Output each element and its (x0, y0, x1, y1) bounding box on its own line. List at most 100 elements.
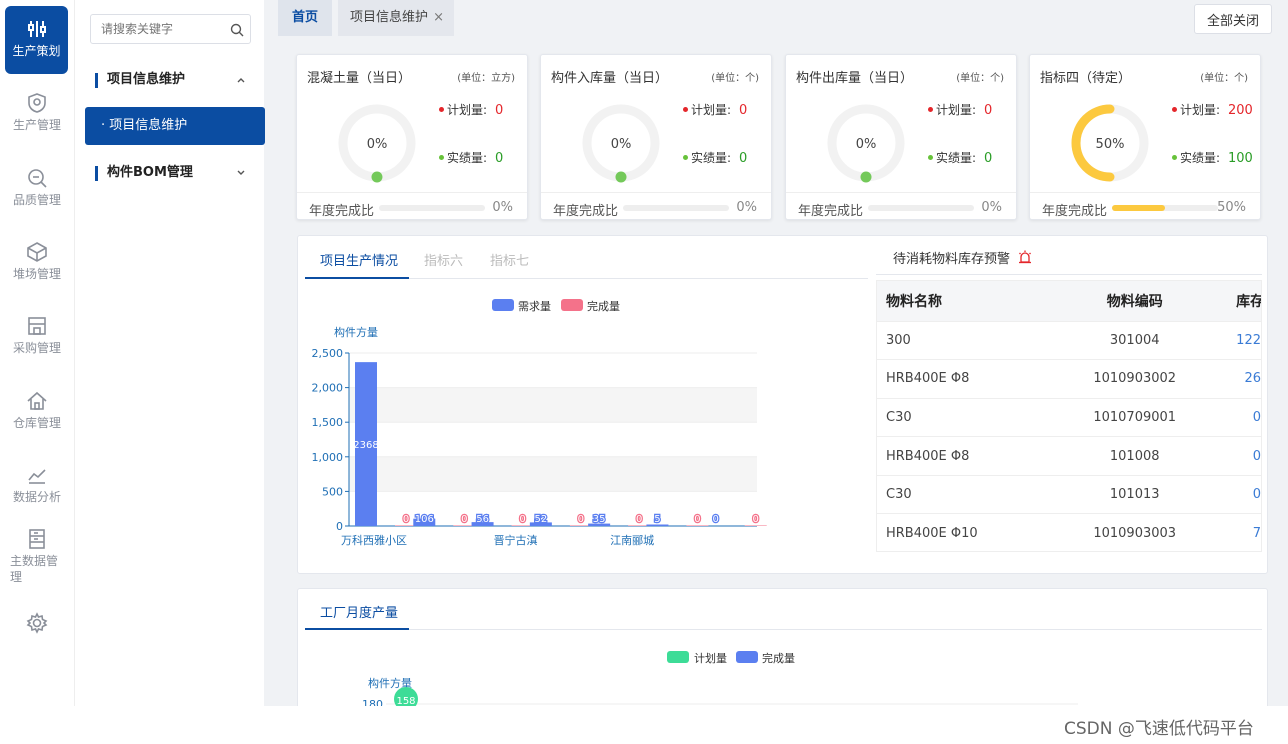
tab-project-info[interactable]: 项目信息维护 × (338, 0, 454, 36)
table-row[interactable]: 300 301004 122 (877, 320, 1261, 360)
menu-item-project-info[interactable]: · 项目信息维护 (85, 107, 265, 145)
nav-label: 生产管理 (12, 118, 61, 132)
alarm-icon (1019, 250, 1032, 264)
card-unit: (单位：个) (711, 73, 759, 84)
nav-label: 数据分析 (12, 490, 61, 504)
server-icon (29, 529, 45, 549)
actual-label-text: 实绩量: (1180, 151, 1221, 165)
plan-label: 计划量: (439, 101, 489, 120)
close-icon[interactable]: × (433, 0, 444, 36)
stock-table: 物料名称 物料编码 库存 300 301004 122 HRB400E Φ8 10109… (876, 280, 1262, 552)
cell-material-name: 300 (877, 320, 1043, 360)
active-tab-indicator (305, 628, 409, 630)
bar-done[interactable] (686, 525, 709, 527)
bar-value-label: 0 (636, 514, 642, 525)
nav-item-production-planning[interactable]: 生产策划 (5, 6, 68, 74)
plan-label-text: 计划量: (447, 103, 488, 117)
gauge-percent: 0% (611, 137, 632, 152)
legend-swatch-demand[interactable] (492, 299, 514, 311)
year-completion: 年度完成比 50% (1030, 192, 1260, 220)
tab-home[interactable]: 首页 (278, 0, 332, 36)
house-icon (27, 391, 47, 410)
card-unit: (单位：个) (956, 73, 1004, 84)
plan-value: 200 (1228, 103, 1253, 118)
completion-gauge: 0% (338, 104, 416, 183)
nav-item-quality-management[interactable]: 品质管理 (0, 167, 74, 237)
menu-group-project-info[interactable]: 项目信息维护 (85, 62, 260, 98)
close-all-button[interactable]: 全部关闭 (1194, 4, 1272, 34)
x-tick-label: 晋宁古滇 (494, 533, 538, 547)
tab-factory-monthly-output[interactable]: 工厂月度产量 (320, 602, 398, 621)
nav-item-warehouse-management[interactable]: 仓库管理 (0, 390, 74, 460)
x-tick-label: 江南郦城 (610, 534, 654, 547)
nav-item-data-analysis[interactable]: 数据分析 (0, 464, 74, 534)
y-tick-label: 2,500 (312, 347, 344, 360)
gauge-marker (860, 171, 872, 183)
nav-item-settings[interactable] (0, 612, 74, 638)
table-row[interactable]: C30 1010709001 0 (877, 397, 1261, 437)
bar-value-label: 0 (578, 514, 584, 525)
menu-group-label: 构件BOM管理 (107, 165, 193, 180)
nav-item-master-data[interactable]: 主数据管理 (0, 528, 74, 592)
cell-material-code: 101013 (1042, 474, 1228, 514)
cell-stock: 0 (1227, 474, 1261, 514)
trend-icon (28, 469, 46, 484)
active-tab-indicator (305, 277, 409, 279)
gauge-percent: 50% (1096, 137, 1125, 152)
search-input[interactable] (91, 15, 221, 43)
card-title: 构件出库量（当日） (796, 71, 914, 86)
legend-swatch-done[interactable] (561, 299, 583, 311)
column-header-material-code: 物料编码 (1042, 281, 1228, 321)
card-title: 指标四（待定） (1040, 71, 1132, 86)
year-completion-percent: 50% (1217, 200, 1246, 215)
production-panel: 项目生产情况 指标六 指标七 需求量 完成量 构件方量 0 500 1,000 1,500 2… (297, 235, 1268, 574)
completion-gauge: 0% (582, 104, 660, 183)
tab-label: 项目信息维护 (350, 10, 429, 25)
y-tick-label: 500 (322, 485, 343, 498)
table-row[interactable]: HRB400E Φ8 101008 0 (877, 436, 1261, 476)
bar-done[interactable] (744, 525, 767, 527)
production-bar-chart: 需求量 完成量构件方量05001,0001,5002,0002,50023680 1… (312, 299, 767, 547)
nav-item-yard-management[interactable]: 堆场管理 (0, 241, 74, 311)
tab-indicator-seven[interactable]: 指标七 (490, 250, 529, 269)
bar-value-label: 106 (415, 514, 434, 525)
cell-material-code: 1010903003 (1042, 513, 1228, 551)
actual-label-text: 实绩量: (447, 151, 488, 165)
legend-swatch-done[interactable] (736, 651, 758, 663)
bar-value-label: 0 (753, 514, 759, 525)
table-row[interactable]: HRB400E Φ8 1010903002 26 (877, 359, 1261, 399)
table-header-row: 物料名称 物料编码 库存 (877, 281, 1261, 321)
table-row[interactable]: HRB400E Φ10 1010903003 7 (877, 513, 1261, 551)
actual-label: 实绩量: (1172, 149, 1222, 168)
sub-menu: 项目信息维护 · 项目信息维护 构件BOM管理 (74, 0, 265, 744)
year-completion-percent: 0% (736, 200, 757, 215)
plan-label-text: 计划量: (1180, 103, 1221, 117)
kpi-card: 混凝土量（当日） (单位：立方) 0% 计划量: 0 实绩量: 0 年度完成比 0% (296, 54, 528, 220)
menu-group-label: 项目信息维护 (107, 72, 186, 87)
chevron-up-icon (237, 78, 245, 83)
cell-stock: 26 (1227, 359, 1261, 399)
year-progress-bar (379, 205, 485, 211)
year-completion: 年度完成比 0% (541, 192, 771, 220)
warning-label: 待消耗物料库存预警 (893, 252, 1011, 267)
table-row[interactable]: C30 101013 0 (877, 474, 1261, 514)
grid-band (349, 456, 757, 492)
search-icon[interactable] (230, 23, 244, 37)
menu-group-bom[interactable]: 构件BOM管理 (85, 155, 260, 191)
nav-item-production-management[interactable]: 生产管理 (0, 92, 74, 162)
legend-swatch-plan[interactable] (667, 651, 689, 663)
cell-stock: 0 (1227, 397, 1261, 437)
plan-label-text: 计划量: (691, 103, 732, 117)
nav-item-purchase-management[interactable]: 采购管理 (0, 315, 74, 385)
cell-material-code: 1010903002 (1042, 359, 1228, 399)
tab-project-production[interactable]: 项目生产情况 (320, 250, 398, 269)
sliders-icon (27, 21, 46, 37)
cell-material-name: HRB400E Φ10 (877, 513, 1043, 551)
shield-icon (28, 93, 46, 113)
cell-stock: 7 (1227, 513, 1261, 551)
bar-value-label: 52 (534, 514, 547, 525)
card-title: 构件入库量（当日） (551, 71, 669, 86)
year-completion-percent: 0% (492, 200, 513, 215)
tab-indicator-six[interactable]: 指标六 (424, 250, 463, 269)
bar-value-label: 0 (403, 514, 409, 525)
